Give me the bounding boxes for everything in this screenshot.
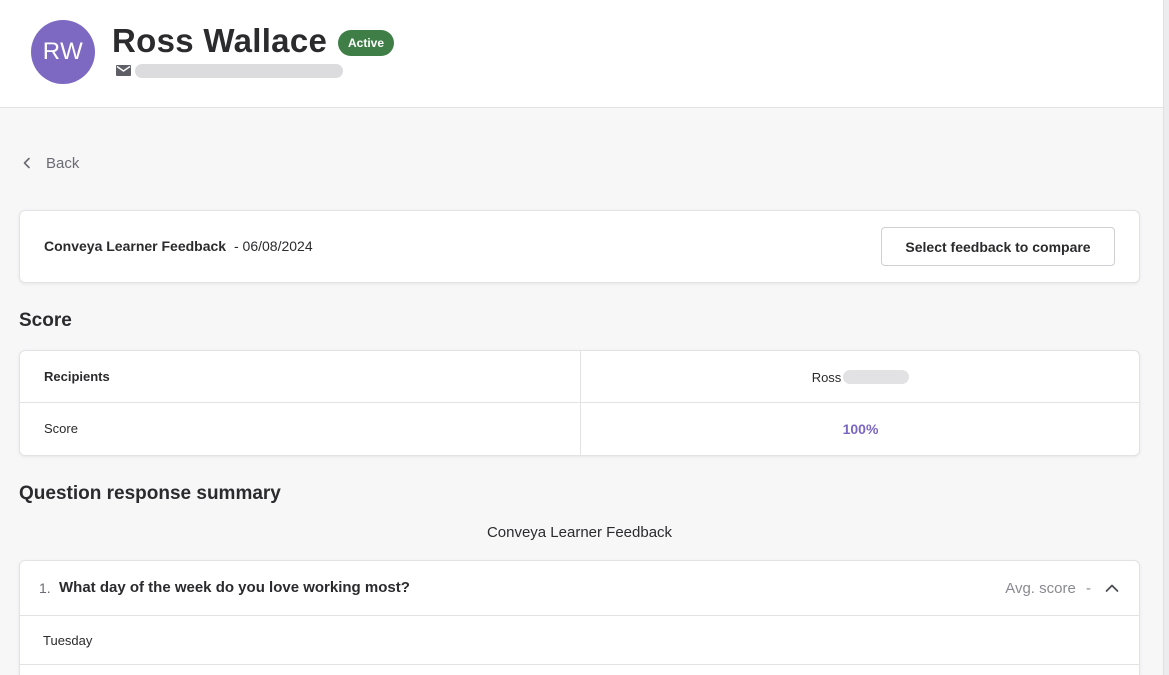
back-label: Back <box>46 154 80 172</box>
chevron-left-icon <box>23 157 30 169</box>
back-button[interactable]: Back <box>22 152 79 174</box>
status-badge: Active <box>338 30 395 56</box>
score-table: Recipients Ross Score 100% <box>19 350 1140 456</box>
feedback-card: Conveya Learner Feedback - 06/08/2024 Se… <box>19 210 1140 283</box>
question-text: What day of the week do you love working… <box>59 579 410 596</box>
answer-row: Tuesday <box>20 616 1139 665</box>
scrollbar[interactable] <box>1163 0 1169 675</box>
column-divider <box>580 351 581 455</box>
avatar: RW <box>31 20 95 84</box>
feedback-title: Conveya Learner Feedback - 06/08/2024 <box>44 238 313 254</box>
select-feedback-compare-button[interactable]: Select feedback to compare <box>881 227 1115 266</box>
question-number: 1. <box>39 580 51 596</box>
mail-icon <box>116 65 131 76</box>
avg-score-label: Avg. score <box>1005 580 1076 597</box>
question-card: 1. What day of the week do you love work… <box>19 560 1140 675</box>
feedback-name: Conveya Learner Feedback <box>44 238 227 254</box>
score-value: 100% <box>842 421 879 437</box>
profile-header: RW Ross Wallace Active <box>0 0 1163 108</box>
avg-score-value: - <box>1086 580 1091 597</box>
avg-score: Avg. score - <box>1005 580 1091 597</box>
recipient-redacted <box>843 370 910 384</box>
recipient-value: Ross <box>581 351 1139 403</box>
summary-section-title: Question response summary <box>19 483 281 504</box>
recipient-name: Ross <box>811 369 842 385</box>
answer-text: Tuesday <box>43 633 93 648</box>
feedback-date: - 06/08/2024 <box>233 238 313 254</box>
summary-subtitle: Conveya Learner Feedback <box>486 524 673 541</box>
score-label: Score <box>44 421 78 436</box>
score-section-title: Score <box>19 310 72 331</box>
recipients-label: Recipients <box>44 369 110 384</box>
question-header-toggle[interactable]: 1. What day of the week do you love work… <box>20 561 1139 616</box>
user-name: Ross Wallace <box>112 22 328 59</box>
chevron-up-icon[interactable] <box>1105 581 1119 595</box>
email-redacted <box>135 64 343 78</box>
